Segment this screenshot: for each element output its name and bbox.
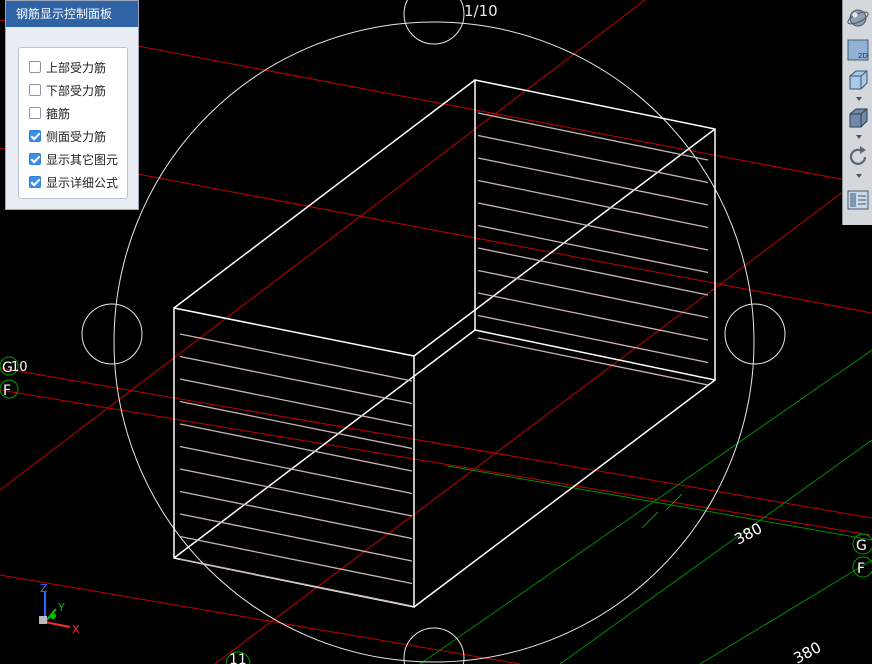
svg-text:11: 11 — [229, 652, 247, 664]
panel-options-box: 上部受力筋 下部受力筋 箍筋 侧面受力筋 显示其它图元 显示详细公式 — [18, 47, 128, 199]
panel-title: 钢筋显示控制面板 — [6, 1, 138, 27]
option-bottom-rebar[interactable]: 下部受力筋 — [29, 81, 106, 99]
chevron-down-icon[interactable] — [856, 135, 862, 139]
option-top-rebar[interactable]: 上部受力筋 — [29, 58, 106, 76]
view-toolbar: 2D — [842, 0, 872, 225]
chevron-down-icon[interactable] — [856, 97, 862, 101]
axis-gizmo: Z Y X — [39, 582, 80, 636]
axis-bubble-right-f: F — [852, 556, 872, 578]
rebar-line — [477, 247, 709, 296]
rebar-line — [477, 292, 709, 341]
rebar-line — [179, 558, 413, 607]
beam-wireframe — [173, 79, 716, 608]
green-axis-lines — [419, 349, 872, 664]
rebar-line — [179, 333, 413, 382]
layout-icon[interactable] — [846, 188, 870, 212]
chevron-down-icon[interactable] — [856, 174, 862, 178]
rebar-line — [179, 513, 413, 562]
option-side-rebar[interactable]: 侧面受力筋 — [29, 127, 106, 145]
rotate-icon[interactable] — [846, 145, 870, 169]
rebar-line — [477, 202, 709, 251]
svg-text:F: F — [3, 383, 11, 399]
svg-text:2D: 2D — [858, 52, 868, 60]
side-rebar-back — [477, 112, 709, 386]
axis-bubble-left-g: G 10 — [0, 356, 28, 376]
rebar-line — [179, 490, 413, 540]
checkbox[interactable] — [29, 153, 41, 165]
side-rebar-front — [179, 333, 413, 607]
rebar-line — [477, 157, 709, 206]
view-2d-icon[interactable]: 2D — [846, 38, 870, 62]
rebar-line — [477, 134, 709, 184]
rebar-line — [477, 314, 709, 364]
option-stirrup[interactable]: 箍筋 — [29, 104, 70, 122]
view-3d-box-icon[interactable] — [846, 68, 870, 92]
axis-bubble-right-g: G — [852, 533, 872, 555]
axis-y-label: Y — [57, 601, 65, 614]
orbit-icon[interactable] — [846, 6, 870, 30]
rebar-line — [179, 423, 413, 472]
dimension-label-380: 380 — [731, 519, 765, 548]
checkbox[interactable] — [29, 84, 41, 96]
rebar-line — [179, 468, 413, 517]
axis-number-label-left: 10 — [11, 360, 28, 375]
option-show-detail-formula[interactable]: 显示详细公式 — [29, 173, 118, 191]
rebar-line — [179, 355, 413, 405]
rebar-line — [179, 535, 413, 585]
checkbox[interactable] — [29, 130, 41, 142]
dimension-ticks — [641, 493, 683, 529]
axis-bubble-bottom-11: 11 — [225, 651, 251, 664]
dimension-label-380-bottom: 380 — [790, 638, 824, 664]
checkbox[interactable] — [29, 107, 41, 119]
rebar-display-panel: 钢筋显示控制面板 上部受力筋 下部受力筋 箍筋 侧面受力筋 显示其它图元 显示详… — [5, 0, 139, 210]
option-show-other-elements[interactable]: 显示其它图元 — [29, 150, 118, 168]
rebar-line — [477, 224, 709, 274]
rebar-line — [477, 337, 709, 386]
top-scale-label: 1/10 — [464, 2, 498, 20]
axis-x-label: X — [72, 623, 80, 636]
rebar-line — [477, 269, 709, 319]
axis-circles — [81, 0, 786, 664]
rebar-line — [179, 400, 413, 450]
svg-text:G: G — [856, 538, 867, 554]
axis-z-label: Z — [40, 582, 48, 595]
rebar-line — [179, 445, 413, 495]
checkbox[interactable] — [29, 176, 41, 188]
checkbox[interactable] — [29, 61, 41, 73]
axis-bubble-left-f: F — [0, 379, 19, 399]
view-3d-solid-icon[interactable] — [846, 106, 870, 130]
svg-text:F: F — [857, 561, 865, 577]
